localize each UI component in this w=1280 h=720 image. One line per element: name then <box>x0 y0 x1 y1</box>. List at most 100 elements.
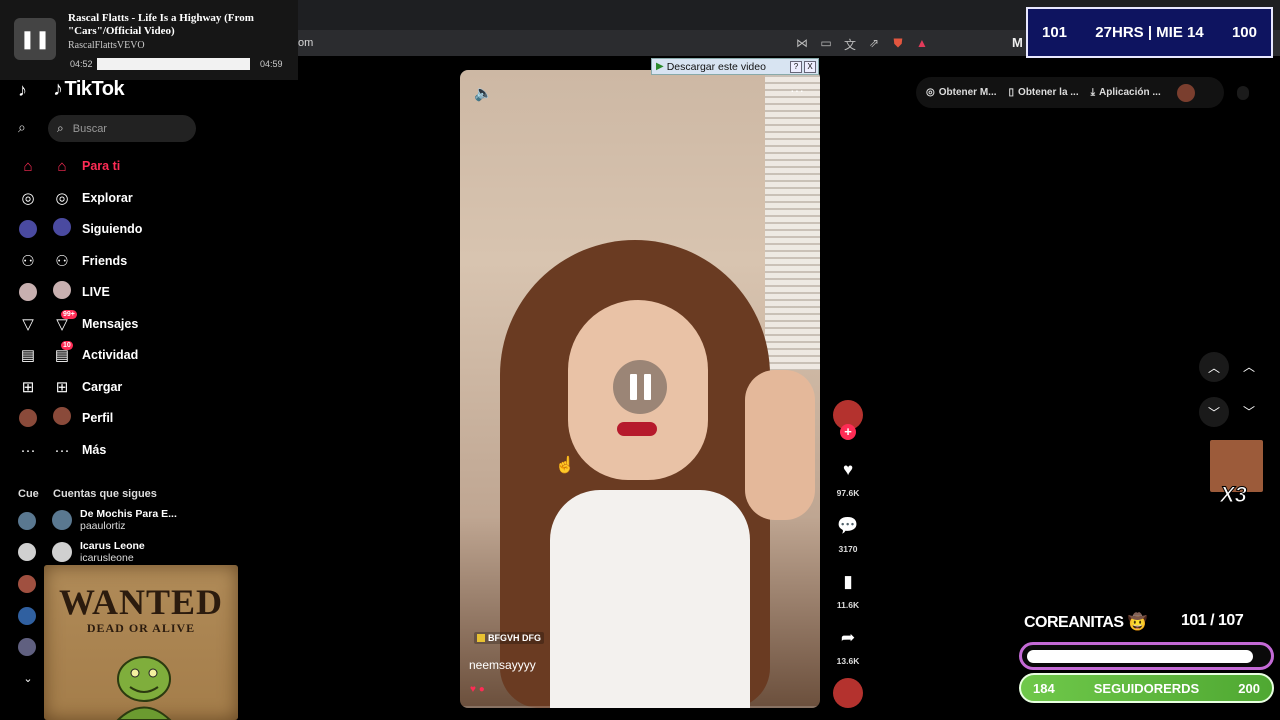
share-arrow-icon: ➦ <box>840 628 856 647</box>
video-progress-bar[interactable] <box>460 706 820 708</box>
mini-upload-icon[interactable]: ⊞ <box>17 377 39 397</box>
get-coins-button[interactable]: ◎ Obtener M... <box>926 87 997 98</box>
like-button[interactable]: ♥ 97.6K <box>830 456 866 498</box>
get-app-button[interactable]: ▯ Obtener la ... <box>1009 87 1079 98</box>
m-extension-icon[interactable]: M <box>1012 35 1023 50</box>
followers-right: 200 <box>1238 680 1260 696</box>
media-player-popup: ❚❚ Rascal Flatts - Life Is a Highway (Fr… <box>0 0 298 80</box>
heart-icon: ♥ <box>842 460 854 479</box>
chevron-down-icon[interactable]: ﹀ <box>1243 403 1255 420</box>
followers-label: SEGUIDORERDS <box>1093 680 1200 696</box>
nav-actividad[interactable]: ▤ 10 Actividad <box>52 341 139 366</box>
stream-stats-box: 101 27HRS | MIE 14 100 <box>1026 7 1273 58</box>
grinch-illustration <box>116 656 172 720</box>
mini-account-avatar[interactable] <box>18 638 36 656</box>
mini-account-avatar[interactable] <box>18 543 36 561</box>
nav-friends[interactable]: ⚇ Friends <box>52 250 127 272</box>
mini-home-icon[interactable]: ⌂ <box>17 156 39 176</box>
window-blinds <box>765 70 820 370</box>
nav-perfil[interactable]: Perfil <box>52 407 113 429</box>
nav-label: Actividad <box>82 348 139 362</box>
nav-explorar[interactable]: ◎ Explorar <box>52 187 132 209</box>
video-tag[interactable]: BFGVH DFG <box>474 632 544 644</box>
tiktok-logo-text: TikTok <box>64 78 125 100</box>
url-text[interactable]: om <box>298 37 313 49</box>
mini-chevron-down-icon[interactable]: ⌄ <box>17 668 39 688</box>
help-button[interactable]: ? <box>790 60 802 73</box>
pause-button[interactable] <box>613 360 667 414</box>
goal-progress-bar <box>1019 642 1274 670</box>
media-current-time: 04:52 <box>70 59 93 69</box>
cast-icon[interactable]: ▭ <box>819 36 833 53</box>
mini-profile-icon[interactable] <box>17 408 39 428</box>
music-disc-avatar[interactable] <box>833 678 863 708</box>
tiktok-mini-logo-icon[interactable]: ♪ <box>18 80 27 101</box>
mini-following-icon[interactable] <box>17 219 39 239</box>
play-icon: ▶ <box>656 61 664 72</box>
warning-extension-icon[interactable]: ▲ <box>915 36 929 53</box>
desktop-app-button[interactable]: ⤓ Aplicación ... <box>1091 87 1161 98</box>
follow-plus-icon[interactable]: + <box>840 424 856 440</box>
close-button[interactable]: X <box>804 60 816 73</box>
pill-label: Obtener M... <box>938 87 997 98</box>
save-button[interactable]: ▮ 11.6K <box>830 568 866 610</box>
download-video-bar[interactable]: ▶ Descargar este video ? X <box>651 58 819 75</box>
share-button[interactable]: ➦ 13.6K <box>830 624 866 666</box>
mini-account-avatar[interactable] <box>18 607 36 625</box>
tiktok-logo[interactable]: ♪ TikTok <box>53 78 125 101</box>
comment-icon: 💬 <box>837 516 859 535</box>
activity-icon: ▤ 10 <box>54 341 73 364</box>
like-count: 97.6K <box>836 488 860 498</box>
mini-more-icon[interactable]: ··· <box>17 440 39 460</box>
nav-para-ti[interactable]: ⌂ Para ti <box>52 155 120 177</box>
stat-right: 100 <box>1231 24 1257 41</box>
share-icon[interactable]: ⇗ <box>867 36 881 53</box>
nav-live[interactable]: LIVE <box>52 281 110 303</box>
mini-activity-icon[interactable]: ▤ <box>17 345 39 365</box>
account-handle: icarusleone <box>80 552 134 564</box>
comment-button[interactable]: 💬 3170 <box>830 512 866 554</box>
media-pause-button[interactable]: ❚❚ <box>14 18 56 60</box>
mini-account-avatar[interactable] <box>18 575 36 593</box>
user-avatar[interactable] <box>1176 83 1195 102</box>
mini-compass-icon[interactable]: ◎ <box>17 188 39 208</box>
followed-account[interactable]: De Mochis Para E... paaulortiz <box>52 508 177 532</box>
volume-icon[interactable]: 🔈 <box>474 84 493 102</box>
followed-account[interactable]: Icarus Leone icarusleone <box>52 540 145 564</box>
nav-label: Cargar <box>82 380 123 394</box>
translate-icon[interactable]: 文 <box>843 36 857 53</box>
wanted-title: WANTED <box>58 582 224 622</box>
nav-mensajes[interactable]: ▽ 99+ Mensajes <box>52 310 139 335</box>
nav-label: Mensajes <box>82 317 139 331</box>
shield-extension-icon[interactable]: ⛊ <box>891 36 905 53</box>
nav-mas[interactable]: ··· Más <box>52 439 107 461</box>
goal-progress-fill <box>1027 650 1253 663</box>
search-box[interactable]: ⌕ <box>48 115 196 142</box>
comment-count: 3170 <box>838 544 858 554</box>
mini-messages-icon[interactable]: ▽ <box>17 314 39 334</box>
video-player[interactable]: 🔈 ··· BFGVH DFG neemsayyyy ♥ ● <box>460 70 820 708</box>
mini-friends-icon[interactable]: ⚇ <box>17 251 39 271</box>
reader-icon[interactable]: ⋈ <box>795 36 809 53</box>
video-subject-lips <box>617 422 657 436</box>
video-username[interactable]: neemsayyyy <box>469 658 536 672</box>
download-label: Descargar este video <box>666 60 766 73</box>
next-video-button[interactable]: ﹀ <box>1199 397 1229 427</box>
messages-badge: 99+ <box>61 310 77 319</box>
mini-account-avatar[interactable] <box>18 512 36 530</box>
search-mini-icon[interactable]: ⌕ <box>18 119 26 136</box>
share-count: 13.6K <box>836 656 860 666</box>
media-progress-bar[interactable] <box>97 58 250 70</box>
more-options-icon[interactable]: ··· <box>790 82 804 98</box>
search-input[interactable] <box>72 122 173 135</box>
chevron-up-icon[interactable]: ︿ <box>1243 358 1255 375</box>
account-name: Icarus Leone <box>80 540 145 552</box>
messages-icon: ▽ 99+ <box>56 310 77 333</box>
mini-live-icon[interactable] <box>17 282 39 302</box>
nav-label: Perfil <box>82 411 114 425</box>
nav-cargar[interactable]: ⊞ Cargar <box>52 376 123 398</box>
previous-video-button[interactable]: ︿ <box>1199 352 1229 382</box>
nav-siguiendo[interactable]: Siguiendo <box>52 218 142 240</box>
pill-label: Obtener la ... <box>1018 87 1079 98</box>
video-subject-hand <box>745 370 815 520</box>
